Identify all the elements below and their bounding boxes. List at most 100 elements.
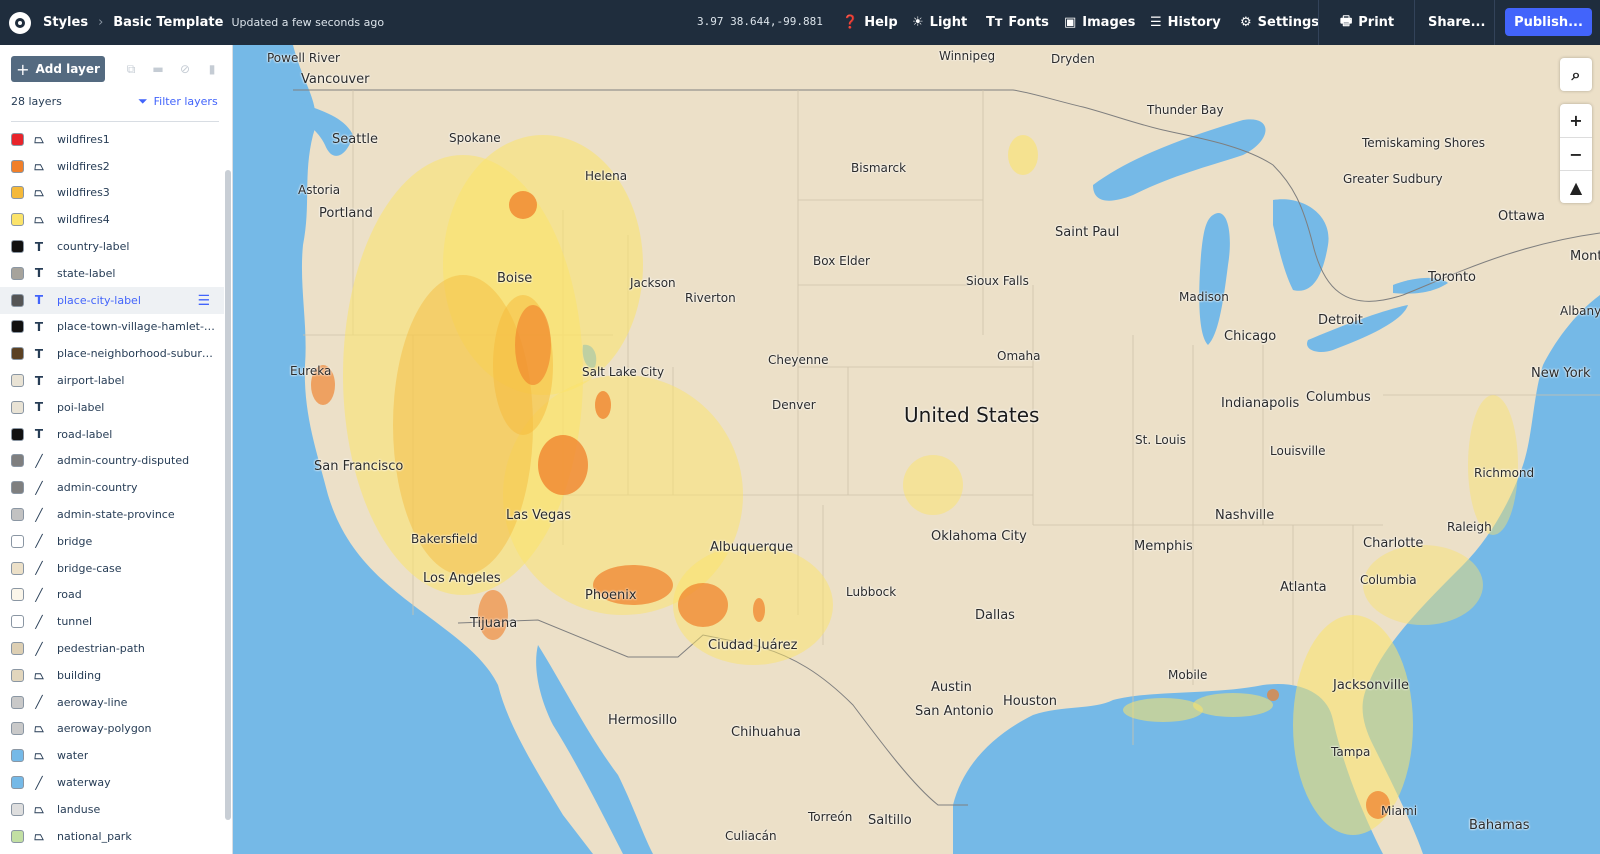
compass-icon[interactable]: ▲ (1560, 170, 1592, 203)
layer-item[interactable]: Tairport-label (0, 367, 224, 394)
images-button[interactable]: ▣ Images (1064, 0, 1135, 45)
drag-handle-icon[interactable]: ☰ (197, 293, 210, 309)
layer-color-swatch[interactable] (11, 427, 24, 441)
layer-item[interactable]: ⏢ landuse (0, 796, 224, 823)
layer-color-swatch[interactable] (11, 642, 24, 656)
layer-item[interactable]: ╱ waterway (0, 769, 224, 796)
layer-color-swatch[interactable] (11, 802, 24, 816)
layer-color-swatch[interactable] (11, 266, 24, 280)
layer-item[interactable]: ╱ aeroway-line (0, 689, 224, 716)
layer-color-swatch[interactable] (11, 829, 24, 843)
layer-color-swatch[interactable] (11, 347, 24, 361)
city-label: Montp (1570, 249, 1600, 264)
layer-color-swatch[interactable] (11, 561, 24, 575)
print-button[interactable]: 🖶 Print (1340, 0, 1394, 45)
layer-item[interactable]: ⏢ wildfires3 (0, 180, 224, 207)
layer-color-swatch[interactable] (11, 481, 24, 495)
history-button[interactable]: ☰ History (1150, 0, 1221, 45)
folder-icon[interactable]: ▬ (151, 62, 165, 76)
layer-color-swatch[interactable] (11, 400, 24, 414)
zoom-out-button[interactable]: − (1560, 137, 1592, 170)
map-search-control[interactable]: ⌕ (1560, 58, 1592, 91)
share-button[interactable]: Share... (1428, 0, 1485, 45)
layer-color-swatch[interactable] (11, 293, 24, 307)
layer-item[interactable]: ╱ bridge (0, 528, 224, 555)
add-layer-button[interactable]: + Add layer (11, 56, 105, 82)
layer-color-swatch[interactable] (11, 240, 24, 254)
coordinate-readout: 3.97 38.644,-99.881 (697, 15, 823, 28)
line-layer-icon: ╱ (35, 641, 43, 656)
layer-item[interactable]: ⏢ wildfires2 (0, 153, 224, 180)
layer-color-swatch[interactable] (11, 374, 24, 388)
layer-color-swatch[interactable] (11, 159, 24, 173)
city-label: San Francisco (314, 459, 404, 474)
layer-color-swatch[interactable] (11, 534, 24, 548)
layer-item[interactable]: ⏢ aeroway-polygon (0, 716, 224, 743)
eye-hide-icon[interactable]: ⊘ (178, 62, 192, 76)
city-label: Indianapolis (1221, 396, 1300, 411)
layer-color-swatch[interactable] (11, 320, 24, 334)
zoom-in-button[interactable]: + (1560, 104, 1592, 137)
layer-item[interactable]: ⏢ water (0, 742, 224, 769)
light-button[interactable]: ☀ Light (912, 0, 967, 45)
layer-item[interactable]: ╱ bridge-case (0, 555, 224, 582)
layer-color-swatch[interactable] (11, 722, 24, 736)
style-name[interactable]: Basic Template (113, 15, 223, 30)
layer-color-swatch[interactable] (11, 454, 24, 468)
layer-color-swatch[interactable] (11, 668, 24, 682)
layer-color-swatch[interactable] (11, 749, 24, 763)
publish-button[interactable]: Publish... (1505, 8, 1592, 36)
layer-item[interactable]: Tstate-label (0, 260, 224, 287)
settings-button[interactable]: ⚙ Settings (1240, 0, 1319, 45)
layer-color-swatch[interactable] (11, 695, 24, 709)
layer-item[interactable]: ╱ admin-country-disputed (0, 448, 224, 475)
layer-item[interactable]: ╱ tunnel (0, 608, 224, 635)
layer-name: road-label (57, 427, 113, 441)
city-label: Culiacán (725, 829, 777, 843)
breadcrumb-styles[interactable]: Styles (43, 15, 88, 30)
sidebar-scrollbar[interactable] (225, 170, 231, 820)
layer-color-swatch[interactable] (11, 508, 24, 522)
symbol-layer-icon: T (34, 266, 44, 281)
layer-item[interactable]: Tcountry-label (0, 233, 224, 260)
mapbox-logo-icon[interactable] (9, 11, 31, 34)
layer-color-swatch[interactable] (11, 588, 24, 602)
layer-color-swatch[interactable] (11, 132, 24, 146)
city-label: Columbia (1360, 573, 1417, 587)
filter-layers-button[interactable]: ⏷ Filter layers (138, 94, 218, 109)
layer-color-swatch[interactable] (11, 615, 24, 629)
layer-item[interactable]: ⏢ wildfires1 (0, 126, 224, 153)
city-label: Ciudad Juárez (708, 638, 798, 653)
divider (11, 121, 219, 122)
layer-name: bridge-case (57, 561, 122, 575)
city-label: Dallas (975, 608, 1015, 623)
layer-item[interactable]: ⏢ wildfires4 (0, 206, 224, 233)
layer-item[interactable]: ╱ pedestrian-path (0, 635, 224, 662)
layer-item[interactable]: Tplace-neighborhood-suburb-... (0, 340, 224, 367)
layer-color-swatch[interactable] (11, 776, 24, 790)
city-label: Greater Sudbury (1343, 172, 1443, 186)
map-canvas[interactable]: Powell River Vancouver Seattle Spokane A… (233, 45, 1600, 854)
layer-item[interactable]: ╱ admin-state-province (0, 501, 224, 528)
layer-item[interactable]: Tpoi-label (0, 394, 224, 421)
layer-name: place-town-village-hamlet-la... (57, 320, 217, 334)
layer-list: ⏢ wildfires1 ⏢ wildfires2 ⏢ wildfires3 ⏢ wildfi… (0, 126, 224, 850)
trash-icon[interactable]: ▮ (205, 62, 219, 76)
fonts-button[interactable]: Tт Fonts (986, 0, 1049, 45)
duplicate-icon[interactable]: ⧉ (124, 62, 138, 76)
city-label: Omaha (997, 349, 1041, 363)
help-button[interactable]: ❓ Help (842, 0, 898, 45)
search-icon[interactable]: ⌕ (1560, 58, 1592, 91)
layer-item[interactable]: Troad-label (0, 421, 224, 448)
layer-color-swatch[interactable] (11, 213, 24, 227)
layer-color-swatch[interactable] (11, 186, 24, 200)
city-label: Oklahoma City (931, 529, 1027, 544)
layer-item[interactable]: Tplace-city-label ☰ (0, 286, 224, 314)
layer-item[interactable]: ⏢ building (0, 662, 224, 689)
city-label: Salt Lake City (582, 365, 665, 379)
layer-item[interactable]: Tplace-town-village-hamlet-la... (0, 314, 224, 341)
gear-icon: ⚙ (1240, 15, 1252, 30)
layer-item[interactable]: ╱ road (0, 582, 224, 609)
layer-item[interactable]: ╱ admin-country (0, 474, 224, 501)
layer-item[interactable]: ⏢ national_park (0, 823, 224, 850)
